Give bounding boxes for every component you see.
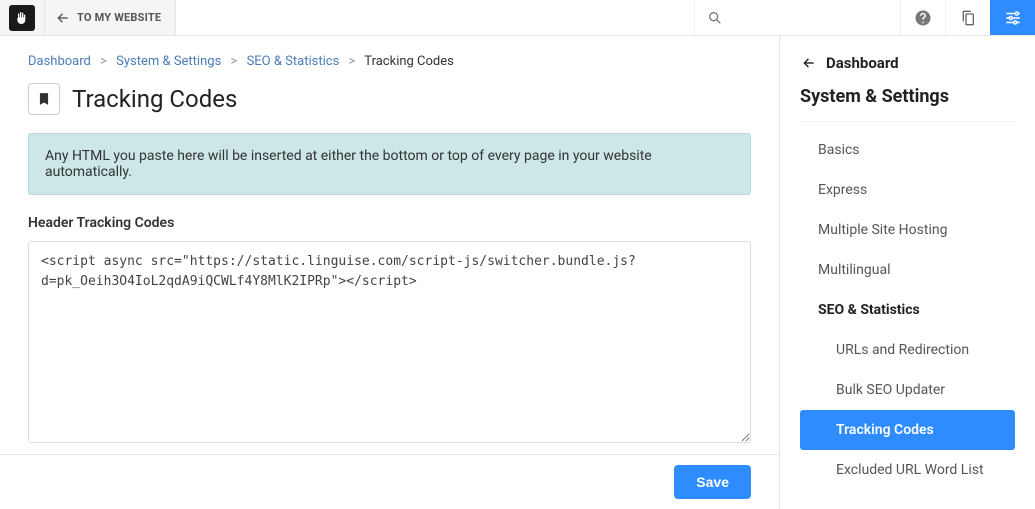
sidebar-heading: System & Settings xyxy=(800,86,1015,122)
page-title: Tracking Codes xyxy=(72,85,237,113)
search-icon xyxy=(707,10,723,26)
arrow-left-icon xyxy=(800,56,818,70)
copy-icon xyxy=(960,10,976,26)
header-codes-textarea[interactable] xyxy=(28,241,751,443)
back-to-dashboard-label: Dashboard xyxy=(826,54,899,72)
to-my-website-label: TO MY WEBSITE xyxy=(77,11,161,24)
sidebar-item-multilingual[interactable]: Multilingual xyxy=(800,250,1015,290)
sidebar-subitem-tracking-codes[interactable]: Tracking Codes xyxy=(800,410,1015,450)
sidebar-subitem-excluded-urls[interactable]: Excluded URL Word List xyxy=(800,450,1015,490)
breadcrumb: Dashboard > System & Settings > SEO & St… xyxy=(28,54,751,69)
bookmark-button[interactable] xyxy=(28,83,60,115)
save-button[interactable]: Save xyxy=(674,465,751,499)
back-to-dashboard[interactable]: Dashboard xyxy=(800,54,1015,72)
search-input[interactable] xyxy=(694,0,900,35)
app-logo[interactable] xyxy=(0,0,45,35)
sidebar-item-express[interactable]: Express xyxy=(800,170,1015,210)
sidebar-subitem-urls[interactable]: URLs and Redirection xyxy=(800,330,1015,370)
breadcrumb-separator: > xyxy=(231,54,238,69)
sidebar-item-seo[interactable]: SEO & Statistics xyxy=(800,290,1015,330)
breadcrumb-separator: > xyxy=(100,54,107,69)
help-button[interactable] xyxy=(900,0,945,35)
sidebar-subitem-bulk-seo[interactable]: Bulk SEO Updater xyxy=(800,370,1015,410)
hand-logo-icon xyxy=(9,5,35,31)
breadcrumb-separator: > xyxy=(349,54,356,69)
breadcrumb-link[interactable]: Dashboard xyxy=(28,54,91,69)
to-my-website-link[interactable]: TO MY WEBSITE xyxy=(45,0,176,35)
info-alert: Any HTML you paste here will be inserted… xyxy=(28,133,751,195)
help-icon xyxy=(914,9,932,27)
sidebar-nav: Basics Express Multiple Site Hosting Mul… xyxy=(800,130,1015,490)
settings-sliders-button[interactable] xyxy=(990,0,1035,35)
sidebar-item-basics[interactable]: Basics xyxy=(800,130,1015,170)
breadcrumb-link[interactable]: System & Settings xyxy=(116,54,221,69)
page-title-row: Tracking Codes xyxy=(28,83,751,115)
bookmark-icon xyxy=(37,91,51,107)
breadcrumb-current: Tracking Codes xyxy=(364,54,454,69)
sidebar: Dashboard System & Settings Basics Expre… xyxy=(780,36,1035,509)
arrow-left-icon xyxy=(55,11,71,25)
footer-bar: Save xyxy=(0,454,779,509)
topbar-spacer xyxy=(176,0,694,35)
header-codes-label: Header Tracking Codes xyxy=(28,215,751,231)
sidebar-item-multisite[interactable]: Multiple Site Hosting xyxy=(800,210,1015,250)
sliders-icon xyxy=(1004,9,1022,27)
copy-button[interactable] xyxy=(945,0,990,35)
breadcrumb-link[interactable]: SEO & Statistics xyxy=(247,54,340,69)
topbar: TO MY WEBSITE xyxy=(0,0,1035,36)
main-panel: Dashboard > System & Settings > SEO & St… xyxy=(0,36,780,509)
